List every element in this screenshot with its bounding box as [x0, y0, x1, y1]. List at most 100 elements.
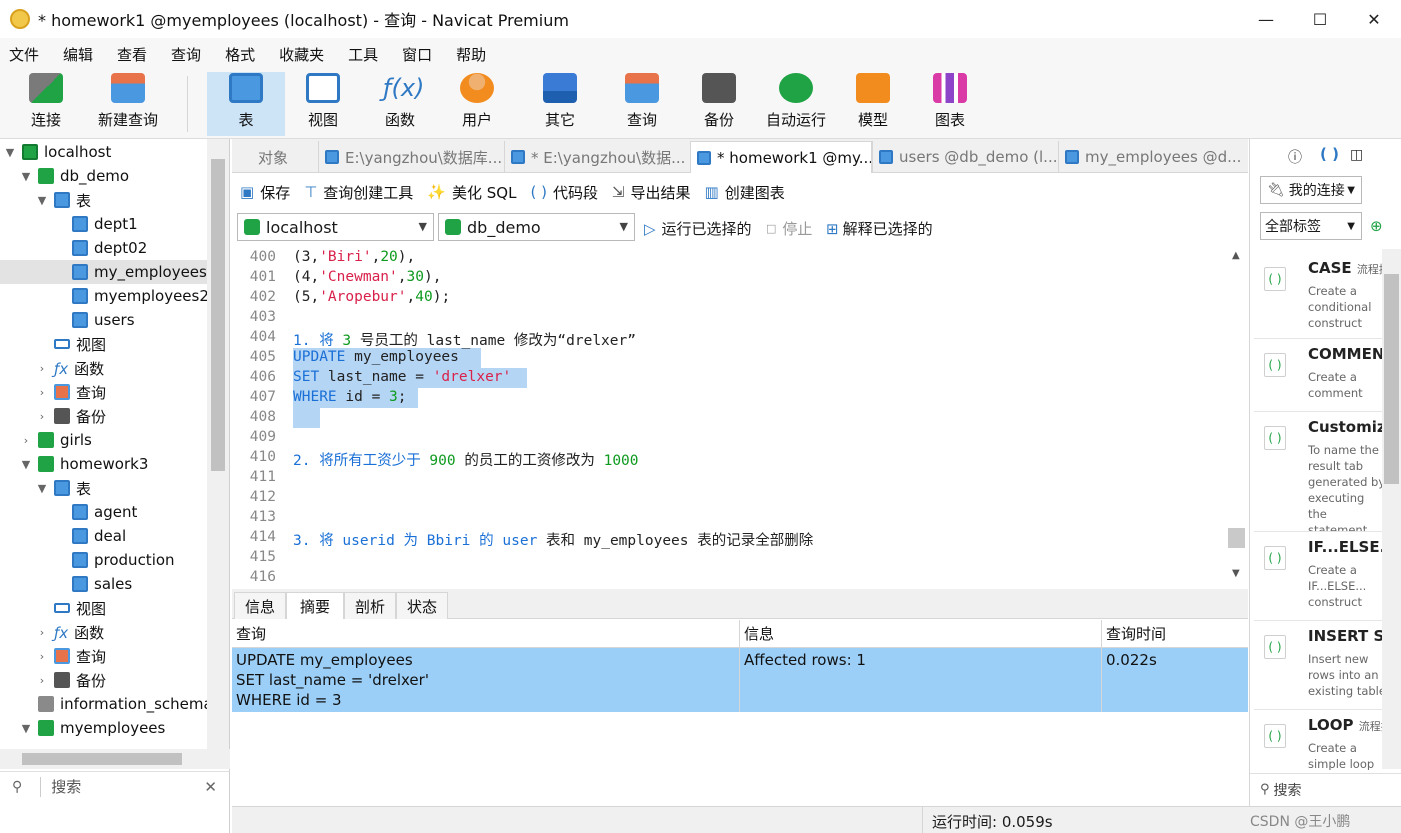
- menu-format[interactable]: 格式: [216, 44, 270, 65]
- run-selected-button[interactable]: ▷ 运行已选择的: [644, 218, 752, 239]
- tree-queries-folder[interactable]: › 查询: [36, 644, 106, 668]
- chevron-down-icon[interactable]: ▼: [20, 170, 32, 183]
- tree-queries-folder[interactable]: › 查询: [36, 380, 106, 404]
- snippet-scrollbar[interactable]: [1382, 249, 1401, 769]
- backup-button[interactable]: 备份: [685, 72, 753, 136]
- create-chart-button[interactable]: 创建图表: [725, 182, 785, 203]
- chevron-right-icon[interactable]: ›: [20, 434, 32, 447]
- export-results-button[interactable]: 导出结果: [631, 182, 691, 203]
- scrollbar-thumb[interactable]: [1384, 274, 1399, 484]
- explain-selected-button[interactable]: ⊞ 解释已选择的: [826, 218, 933, 239]
- info-icon[interactable]: ⓘ: [1288, 147, 1302, 167]
- menu-view[interactable]: 查看: [108, 44, 162, 65]
- tree-db-myemployees[interactable]: ▼ myemployees: [20, 716, 166, 740]
- chevron-right-icon[interactable]: ›: [36, 674, 48, 687]
- connection-select[interactable]: localhost ▼: [237, 213, 434, 241]
- tree-table-item[interactable]: dept02: [72, 236, 147, 260]
- column-header-time[interactable]: 查询时间: [1102, 620, 1248, 648]
- tree-backups-folder[interactable]: › 备份: [36, 404, 106, 428]
- menu-query[interactable]: 查询: [162, 44, 216, 65]
- tag-filter-select[interactable]: 全部标签 ▼: [1260, 212, 1362, 240]
- tree-table-item[interactable]: dept1: [72, 212, 138, 236]
- snippet-item[interactable]: ( ) LOOP 流程控 Create a simple loop: [1254, 710, 1386, 770]
- column-header-info[interactable]: 信息: [740, 620, 1102, 648]
- chevron-right-icon[interactable]: ›: [36, 386, 48, 399]
- stop-button[interactable]: □ 停止: [766, 218, 812, 239]
- tree-db-homework3[interactable]: ▼ homework3: [20, 452, 149, 476]
- tree-table-item[interactable]: deal: [72, 524, 126, 548]
- add-snippet-icon[interactable]: ⊕: [1370, 217, 1383, 235]
- query-builder-button[interactable]: 查询创建工具: [323, 182, 413, 203]
- snippet-item[interactable]: ( ) INSERT Sy Insert new rows into an ex…: [1254, 621, 1386, 710]
- scrollbar-thumb[interactable]: [22, 753, 182, 765]
- tree-db-db_demo[interactable]: ▼ db_demo: [20, 164, 129, 188]
- close-button[interactable]: ✕: [1347, 0, 1401, 38]
- snippet-icon[interactable]: ( ): [1320, 145, 1339, 163]
- tab-homework1[interactable]: * homework1 @my...: [690, 141, 872, 173]
- model-button[interactable]: 模型: [839, 72, 907, 136]
- scrollbar-thumb[interactable]: [1228, 528, 1245, 548]
- clear-search-icon[interactable]: ✕: [204, 778, 217, 796]
- tab-info[interactable]: 信息: [234, 592, 286, 619]
- tree-backups-folder[interactable]: › 备份: [36, 668, 106, 692]
- query-button[interactable]: 查询: [608, 72, 676, 136]
- scrollbar-thumb[interactable]: [211, 159, 225, 471]
- tree-functions-folder[interactable]: › ƒx 函数: [36, 356, 104, 380]
- snippet-item[interactable]: ( ) COMMENT Create a comment: [1254, 339, 1386, 412]
- tree-vertical-scrollbar[interactable]: [207, 139, 229, 749]
- maximize-button[interactable]: ☐: [1293, 0, 1347, 38]
- editor-vertical-scrollbar[interactable]: ▲ ▼: [1226, 246, 1248, 586]
- tree-table-item[interactable]: production: [72, 548, 175, 572]
- column-header-query[interactable]: 查询: [232, 620, 740, 648]
- chart-button[interactable]: 图表: [916, 72, 984, 136]
- new-query-button[interactable]: 新建查询: [92, 72, 164, 136]
- beautify-sql-button[interactable]: 美化 SQL: [452, 182, 516, 203]
- tab-my-employees-table[interactable]: my_employees @d...: [1058, 141, 1244, 173]
- tree-tables-folder[interactable]: ▼ 表: [36, 476, 91, 500]
- tree-horizontal-scrollbar[interactable]: [0, 749, 230, 769]
- menu-edit[interactable]: 编辑: [54, 44, 108, 65]
- chevron-down-icon[interactable]: ▼: [1232, 568, 1240, 579]
- other-button[interactable]: 其它: [526, 72, 594, 136]
- user-button[interactable]: 用户: [443, 72, 511, 136]
- tab-users-table[interactable]: users @db_demo (l...: [872, 141, 1057, 173]
- tree-tables-folder[interactable]: ▼ 表: [36, 188, 91, 212]
- function-button[interactable]: ƒ(x) 函数: [366, 72, 434, 136]
- table-button[interactable]: 表: [207, 72, 285, 136]
- tab-query-file-2[interactable]: * E:\yangzhou\数据...: [504, 141, 690, 173]
- chevron-down-icon[interactable]: ▼: [20, 722, 32, 735]
- tab-query-file-1[interactable]: E:\yangzhou\数据库...: [318, 141, 504, 173]
- chevron-right-icon[interactable]: ›: [36, 410, 48, 423]
- menu-favorites[interactable]: 收藏夹: [270, 44, 339, 65]
- menu-window[interactable]: 窗口: [393, 44, 447, 65]
- chevron-down-icon[interactable]: ▼: [4, 146, 16, 159]
- tree-table-item[interactable]: users: [72, 308, 135, 332]
- chevron-down-icon[interactable]: ▼: [36, 482, 48, 495]
- chevron-right-icon[interactable]: ›: [36, 626, 48, 639]
- tree-table-item[interactable]: sales: [72, 572, 132, 596]
- connection-filter-select[interactable]: 🔌︎ 我的连接 ▼: [1260, 176, 1362, 204]
- menu-tools[interactable]: 工具: [339, 44, 393, 65]
- tree-views-folder[interactable]: 视图: [54, 332, 106, 356]
- save-button[interactable]: 保存: [260, 182, 290, 203]
- menu-file[interactable]: 文件: [0, 44, 54, 65]
- database-select[interactable]: db_demo ▼: [438, 213, 635, 241]
- chevron-right-icon[interactable]: ›: [36, 650, 48, 663]
- tree-table-item[interactable]: agent: [72, 500, 137, 524]
- tree-views-folder[interactable]: 视图: [54, 596, 106, 620]
- tab-summary[interactable]: 摘要: [286, 592, 344, 619]
- snippet-item[interactable]: ( ) Customize To name the result tab gen…: [1254, 412, 1386, 532]
- tab-profile[interactable]: 剖析: [344, 592, 396, 619]
- chevron-down-icon[interactable]: ▼: [36, 194, 48, 207]
- minimize-button[interactable]: —: [1239, 0, 1293, 38]
- menu-help[interactable]: 帮助: [447, 44, 501, 65]
- table-row[interactable]: UPDATE my_employees SET last_name = 'dre…: [232, 648, 1248, 712]
- view-button[interactable]: 视图: [289, 72, 357, 136]
- tree-search-input[interactable]: 搜索: [51, 776, 81, 797]
- sql-editor[interactable]: 400 401 402 403 404 405 406 407 408 409 …: [232, 246, 1248, 586]
- snippet-search-input[interactable]: 搜索: [1274, 780, 1302, 800]
- snippet-item[interactable]: ( ) IF...ELSE... Create a IF...ELSE... c…: [1254, 532, 1386, 621]
- tree-db-girls[interactable]: › girls: [20, 428, 92, 452]
- snippet-search-bar[interactable]: ⚲ 搜索: [1250, 773, 1401, 805]
- tree-functions-folder[interactable]: › ƒx 函数: [36, 620, 104, 644]
